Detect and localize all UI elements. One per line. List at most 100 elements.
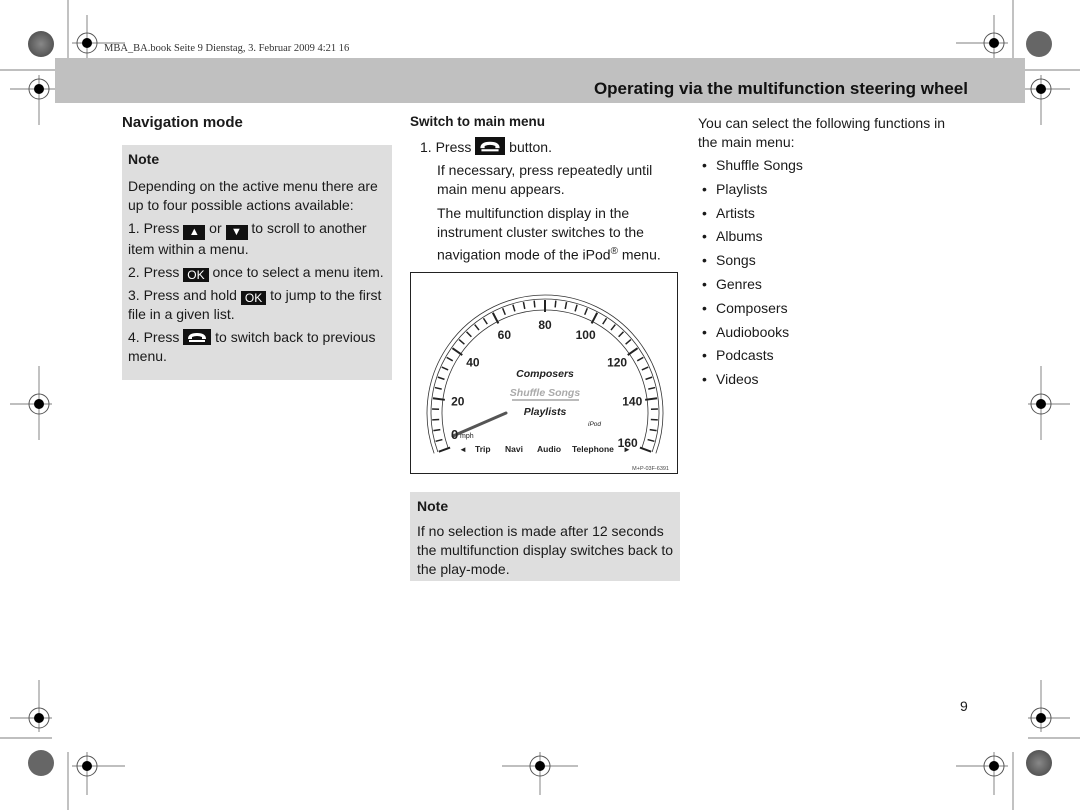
source-label: iPod <box>588 421 601 428</box>
speed-label: 20 <box>451 395 465 409</box>
speed-label: 60 <box>498 328 512 342</box>
gauge-tick <box>501 307 506 315</box>
page-number: 9 <box>960 698 968 714</box>
note-step-1: 1. Press ▲ or ▼ to scroll to another ite… <box>128 219 386 259</box>
registered-mark: ® <box>610 246 618 257</box>
list-item-label: Songs <box>716 252 756 269</box>
gauge-tick <box>433 428 441 432</box>
list-item: • Playlists <box>698 180 968 204</box>
gauge-tick <box>645 376 653 381</box>
phone-hangup-key-icon <box>475 137 506 155</box>
bullet-icon: • <box>702 180 707 197</box>
step-number: 2. <box>128 264 140 280</box>
bullet-icon: • <box>702 347 707 364</box>
speed-label: 100 <box>576 328 596 342</box>
bullet-icon: • <box>702 371 707 388</box>
gauge-tick <box>636 356 644 362</box>
gauge-tick <box>618 331 625 338</box>
list-item-label: Playlists <box>716 180 768 197</box>
note-step-2: 2. Press OK once to select a menu item. <box>128 263 386 282</box>
list-item-label: Artists <box>716 204 755 221</box>
list-item-label: Albums <box>716 228 763 245</box>
speed-label: 120 <box>607 356 627 370</box>
menu-item-above: Composers <box>516 368 574 380</box>
gauge-tick <box>647 438 655 443</box>
gauge-tick <box>554 300 557 308</box>
bullet-icon: • <box>702 323 707 340</box>
step-text: or <box>209 220 222 236</box>
gauge-tick <box>435 438 443 443</box>
functions-intro: You can select the following functions i… <box>698 115 945 150</box>
tab-navi: Navi <box>505 444 523 454</box>
tab-trip: Trip <box>475 444 491 454</box>
step-number: 4. <box>128 329 140 345</box>
figure-id: M+P-03F-6391 <box>632 466 669 472</box>
paragraph-display-switches: The multifunction display in the instrum… <box>437 204 685 265</box>
step-text: Press <box>435 139 472 155</box>
up-arrow-key-icon: ▲ <box>183 225 206 240</box>
ok-key-icon: OK <box>183 268 209 282</box>
step-number: 1. <box>128 220 140 236</box>
gauge-tick <box>458 339 465 345</box>
bullet-icon: • <box>702 252 707 269</box>
bullet-icon: • <box>702 228 707 245</box>
gauge-tick <box>649 428 657 432</box>
gauge-tick <box>639 446 652 453</box>
list-item: • Genres <box>698 275 968 299</box>
speed-label: 140 <box>622 395 642 409</box>
step-text: once to select a menu item. <box>212 264 384 280</box>
note-title: Note <box>417 498 449 514</box>
list-item-label: Videos <box>716 371 759 388</box>
step-number: 3. <box>128 287 140 303</box>
bullet-icon: • <box>702 275 707 292</box>
step-text: Press <box>143 220 180 236</box>
page-title: Operating via the multifunction steering… <box>593 79 968 98</box>
list-item: • Artists <box>698 204 968 228</box>
paragraph-text: menu. <box>617 246 661 263</box>
gauge-tick <box>512 304 516 312</box>
gauge-tick <box>627 347 639 356</box>
tab-telephone: Telephone <box>572 444 614 454</box>
speedometer-gauge: 20406080100120140160 0 mph Composers Shu… <box>426 294 669 472</box>
zero-label: 0 <box>451 427 458 442</box>
list-item: • Composers <box>698 299 968 323</box>
paragraph-press-repeatedly: If necessary, press repeatedly until mai… <box>437 162 653 197</box>
note-text: If no selection is made after 12 seconds… <box>417 523 674 577</box>
gauge-tick <box>482 317 488 325</box>
list-item: • Videos <box>698 370 968 394</box>
list-item-label: Podcasts <box>716 347 774 364</box>
gauge-tick <box>564 301 568 310</box>
gauge-tick <box>465 331 472 338</box>
speed-label: 40 <box>466 356 480 370</box>
list-item: • Podcasts <box>698 346 968 370</box>
list-item-label: Genres <box>716 275 762 292</box>
gauge-tick <box>474 324 480 331</box>
menu-item-below: Playlists <box>524 406 567 418</box>
list-item: • Audiobooks <box>698 323 968 347</box>
list-item: • Shuffle Songs <box>698 156 968 180</box>
gauge-tick <box>434 386 442 390</box>
step-text: Press <box>143 264 180 280</box>
ok-key-icon: OK <box>240 291 267 305</box>
step-text: button. <box>509 139 552 155</box>
note-box-navigation: Note Depending on the active menu there … <box>122 145 392 380</box>
bullet-icon: • <box>702 299 707 316</box>
list-item: • Albums <box>698 227 968 251</box>
list-item-label: Audiobooks <box>716 323 790 340</box>
phone-hangup-key-icon <box>183 329 212 345</box>
bullet-icon: • <box>702 157 707 173</box>
list-item: • Songs <box>698 251 968 275</box>
gauge-tick <box>533 300 536 308</box>
gauge-tick <box>590 312 599 324</box>
gauge-tick <box>438 446 451 453</box>
tab-right-arrow-icon: ► <box>623 445 631 454</box>
gauge-tick <box>602 317 608 325</box>
gauge-tick <box>625 339 632 345</box>
gauge-tick <box>641 366 649 371</box>
section-heading-switch-main-menu: Switch to main menu <box>410 114 546 129</box>
section-heading-navigation-mode: Navigation mode <box>122 114 243 131</box>
menu-item-selected: Shuffle Songs <box>510 387 581 399</box>
gauge-tick <box>441 366 449 371</box>
bullet-icon: • <box>702 204 707 221</box>
list-item-label: Composers <box>716 299 788 316</box>
